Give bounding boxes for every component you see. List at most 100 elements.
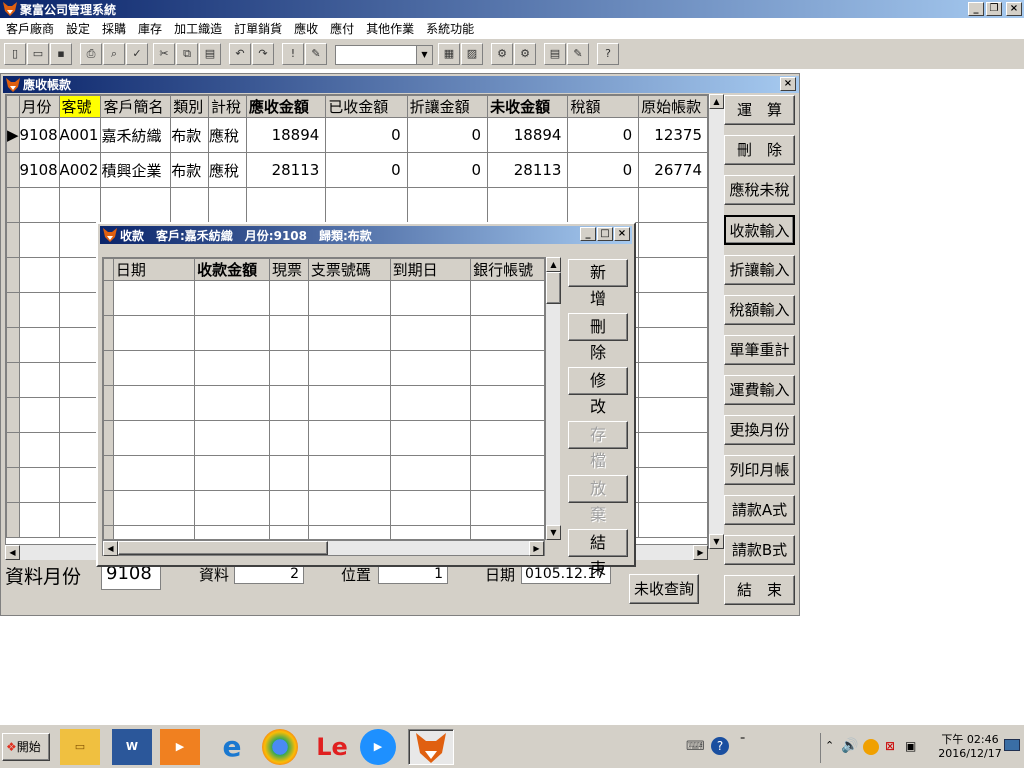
open-folder-icon[interactable]: ▭: [27, 43, 49, 65]
cell[interactable]: 布款: [170, 152, 210, 188]
exit-button[interactable]: 結 束: [724, 575, 795, 605]
cell[interactable]: 0: [325, 152, 408, 188]
col-header[interactable]: 計稅: [208, 95, 247, 118]
help-icon[interactable]: ?: [597, 43, 619, 65]
copy-icon[interactable]: ⧉: [176, 43, 198, 65]
cell[interactable]: 28113: [245, 152, 327, 188]
volume-icon[interactable]: 🔊: [841, 738, 858, 754]
col-header[interactable]: 現票: [268, 258, 309, 281]
cell[interactable]: 9108: [18, 117, 60, 153]
avast-icon[interactable]: [863, 739, 879, 755]
cell[interactable]: 應稅: [208, 152, 247, 188]
paste-icon[interactable]: ▤: [199, 43, 221, 65]
print-preview-icon[interactable]: ⌕: [103, 43, 125, 65]
chrome-icon[interactable]: [262, 729, 298, 765]
cell[interactable]: A002: [58, 152, 102, 188]
input-method-icon[interactable]: ⁼: [740, 735, 745, 746]
col-header[interactable]: 已收金額: [325, 95, 408, 118]
table-row[interactable]: [103, 350, 544, 386]
invoice-b-button[interactable]: 請款B式: [724, 535, 795, 565]
cell[interactable]: 18894: [245, 117, 327, 153]
col-header[interactable]: 應收金額: [245, 95, 327, 118]
edit-form-icon[interactable]: ✎: [567, 43, 589, 65]
edit-button[interactable]: 修改: [568, 367, 628, 416]
recalc-button[interactable]: 單筆重計: [724, 335, 795, 365]
col-header[interactable]: 原始帳款: [638, 95, 707, 118]
cell[interactable]: 0: [567, 117, 640, 153]
scroll-down-icon[interactable]: ▼: [709, 534, 724, 549]
fox-app-icon[interactable]: [408, 729, 454, 765]
discount-entry-button[interactable]: 折讓輸入: [724, 255, 795, 285]
table-row[interactable]: [6, 187, 707, 223]
col-header[interactable]: 客戶簡名: [100, 95, 172, 118]
delete-button[interactable]: 刪 除: [724, 135, 795, 165]
letv-icon[interactable]: Le: [312, 729, 352, 765]
scroll-left-icon[interactable]: ◀: [103, 541, 118, 556]
toolbar-combo[interactable]: ▼: [335, 45, 433, 65]
print-icon[interactable]: ⎙: [80, 43, 102, 65]
chevron-down-icon[interactable]: ▼: [416, 46, 432, 64]
cell[interactable]: 應稅: [208, 117, 247, 153]
save-icon[interactable]: ▪: [50, 43, 72, 65]
cell[interactable]: 9108: [18, 152, 60, 188]
clock[interactable]: 下午 02:46 2016/12/17: [938, 731, 1002, 760]
month-field[interactable]: 9108: [101, 564, 161, 590]
table-icon[interactable]: ▦: [438, 43, 460, 65]
col-header[interactable]: 支票號碼: [307, 258, 391, 281]
close-icon[interactable]: ×: [1006, 2, 1022, 16]
ar-grid-vscrollbar[interactable]: ▲ ▼: [708, 94, 724, 549]
col-header[interactable]: 未收金額: [487, 95, 569, 118]
scroll-thumb[interactable]: [546, 272, 561, 304]
cell[interactable]: 布款: [170, 117, 210, 153]
cell[interactable]: 0: [325, 117, 408, 153]
scroll-right-icon[interactable]: ▶: [529, 541, 544, 556]
unpaid-query-button[interactable]: 未收查詢: [629, 574, 699, 604]
table-row[interactable]: [103, 385, 544, 421]
close-icon[interactable]: ×: [614, 227, 630, 241]
col-header[interactable]: 類別: [170, 95, 210, 118]
table-row[interactable]: [103, 315, 544, 351]
table-row[interactable]: [103, 490, 544, 526]
tool2-icon[interactable]: ⚙: [514, 43, 536, 65]
cell[interactable]: 積興企業: [100, 152, 172, 188]
close-icon[interactable]: ×: [780, 77, 796, 91]
table-row[interactable]: ▶ 9108 A001 嘉禾紡織 布款 應稅 18894 0 0 18894 0…: [6, 117, 707, 153]
menu-item[interactable]: 設定: [60, 20, 96, 37]
form-icon[interactable]: ▤: [544, 43, 566, 65]
start-button[interactable]: ❖開始: [2, 733, 50, 761]
scroll-left-icon[interactable]: ◀: [5, 545, 20, 560]
delete-button[interactable]: 刪除: [568, 313, 628, 362]
discard-button[interactable]: 放棄: [568, 475, 628, 524]
word-icon[interactable]: W: [112, 729, 152, 765]
cell[interactable]: A001: [58, 117, 102, 153]
file-explorer-icon[interactable]: ▭: [60, 729, 100, 765]
cell[interactable]: 28113: [487, 152, 569, 188]
col-header[interactable]: 日期: [112, 258, 196, 281]
network-error-icon[interactable]: ⊠: [885, 739, 895, 753]
edit-icon[interactable]: ✎: [305, 43, 327, 65]
table-row[interactable]: [103, 525, 544, 539]
tax-entry-button[interactable]: 稅額輸入: [724, 295, 795, 325]
scroll-right-icon[interactable]: ▶: [693, 545, 708, 560]
cell[interactable]: 0: [406, 152, 489, 188]
receipt-grid[interactable]: 日期 收款金額 現票 支票號碼 到期日 銀行帳號: [102, 257, 545, 540]
tool-icon[interactable]: ⚙: [491, 43, 513, 65]
scroll-up-icon[interactable]: ▲: [709, 94, 724, 109]
cut-icon[interactable]: ✂: [153, 43, 175, 65]
cell[interactable]: 嘉禾紡織: [100, 117, 172, 153]
menu-item[interactable]: 應付: [324, 20, 360, 37]
invoice-a-button[interactable]: 請款A式: [724, 495, 795, 525]
player-icon[interactable]: ▶: [360, 729, 396, 765]
redo-icon[interactable]: ↷: [252, 43, 274, 65]
keyboard-icon[interactable]: ⌨: [686, 739, 705, 754]
table-row[interactable]: [103, 455, 544, 491]
cell[interactable]: 0: [406, 117, 489, 153]
menu-item[interactable]: 客戶廠商: [0, 20, 60, 37]
menu-item[interactable]: 系統功能: [420, 20, 480, 37]
internet-explorer-icon[interactable]: e: [212, 729, 252, 765]
change-month-button[interactable]: 更換月份: [724, 415, 795, 445]
add-button[interactable]: 新增: [568, 259, 628, 308]
menu-item[interactable]: 其他作業: [360, 20, 420, 37]
show-desktop-icon[interactable]: [1004, 739, 1020, 751]
col-header[interactable]: 稅額: [567, 95, 640, 118]
